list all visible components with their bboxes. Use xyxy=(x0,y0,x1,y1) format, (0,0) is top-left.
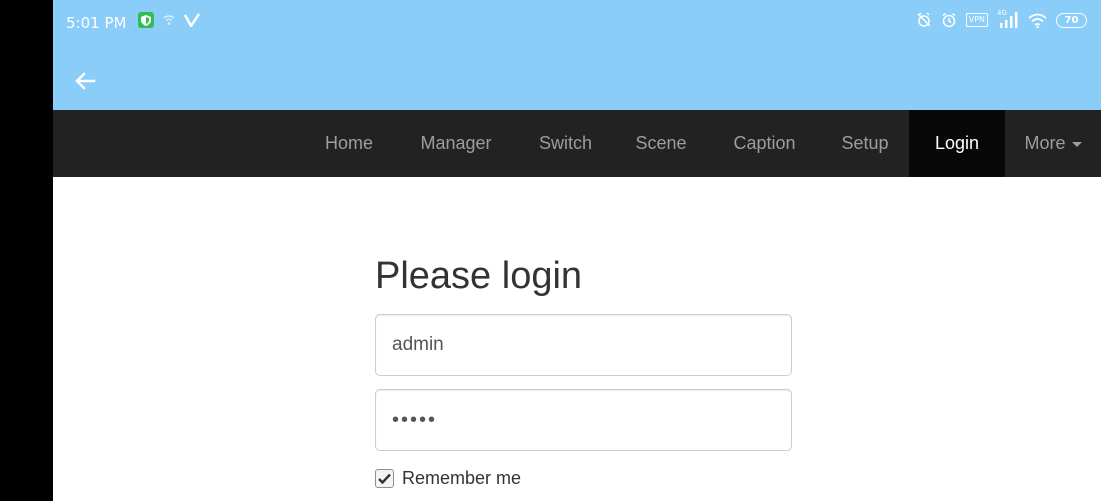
screenshot-frame: 5:01 PM VPN 4G 70 Home Manager Switch Sc… xyxy=(0,0,1108,501)
username-input[interactable]: admin xyxy=(375,314,792,376)
nav-manager-label: Manager xyxy=(420,133,492,153)
nav-home[interactable]: Home xyxy=(307,110,391,177)
caret-down-icon xyxy=(1071,141,1082,147)
right-edge xyxy=(1101,0,1108,501)
battery-level: 70 xyxy=(1064,14,1079,26)
wifi-icon xyxy=(1028,13,1047,28)
nav-caption-label: Caption xyxy=(733,133,796,153)
nav-setup-label: Setup xyxy=(841,133,889,153)
nav-login-label: Login xyxy=(934,133,980,153)
status-left-icons xyxy=(138,12,200,28)
nav-setup[interactable]: Setup xyxy=(822,110,908,177)
phone-screen: 5:01 PM VPN 4G 70 Home Manager Switch Sc… xyxy=(53,0,1101,501)
shield-app-icon xyxy=(138,12,154,28)
checkmark-icon xyxy=(378,473,391,484)
check-v-icon xyxy=(184,13,200,27)
password-input[interactable]: ••••• xyxy=(375,389,792,451)
left-black-bar xyxy=(0,0,53,501)
nav-more-label: More xyxy=(1024,133,1066,153)
password-value: ••••• xyxy=(392,409,438,431)
battery-indicator: 70 xyxy=(1056,12,1087,28)
alarm-icon xyxy=(942,12,956,28)
remember-me-label: Remember me xyxy=(402,468,522,488)
main-navbar: Home Manager Switch Scene Caption Setup … xyxy=(53,110,1101,177)
status-right-icons: VPN 4G 70 xyxy=(916,9,1087,28)
nav-more-dropdown[interactable]: More xyxy=(1005,110,1101,177)
back-arrow-icon[interactable] xyxy=(70,66,100,96)
alarm-off-icon xyxy=(917,12,931,27)
remember-me-checkbox[interactable] xyxy=(375,469,394,488)
cellular-signal: 4G xyxy=(997,9,1019,28)
nav-login[interactable]: Login xyxy=(909,110,1005,177)
nav-switch[interactable]: Switch xyxy=(520,110,611,177)
app-top-bar: 5:01 PM VPN 4G 70 xyxy=(53,0,1101,110)
remember-me-row: Remember me xyxy=(375,468,521,489)
nav-scene-label: Scene xyxy=(635,133,687,153)
username-value: admin xyxy=(392,334,444,355)
page-title: Please login xyxy=(375,255,583,297)
wifi-hotspot-icon xyxy=(163,15,175,25)
nav-caption[interactable]: Caption xyxy=(714,110,815,177)
status-time: 5:01 PM xyxy=(66,14,127,32)
vpn-badge: VPN xyxy=(965,13,988,27)
signal-bars-icon xyxy=(1000,12,1018,28)
nav-home-label: Home xyxy=(324,133,373,153)
nav-switch-label: Switch xyxy=(538,133,592,153)
nav-manager[interactable]: Manager xyxy=(398,110,514,177)
nav-scene[interactable]: Scene xyxy=(617,110,705,177)
